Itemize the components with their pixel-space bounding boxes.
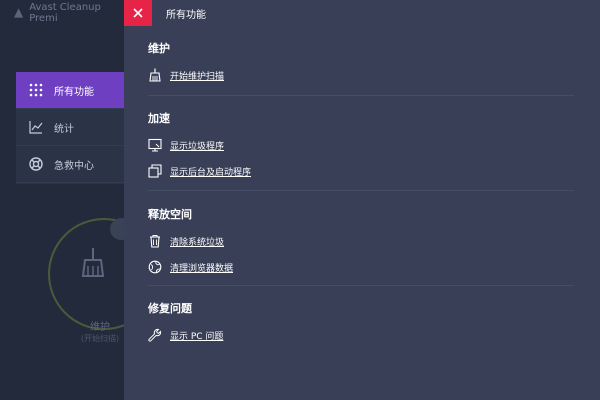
item-label: 清理浏览器数据: [170, 263, 234, 274]
sidebar: 所有功能 统计 急救中心: [16, 72, 124, 184]
clean-browser-data-link[interactable]: 清理浏览器数据: [148, 260, 574, 274]
sidebar-item-label: 所有功能: [54, 86, 94, 98]
panel-title: 所有功能: [166, 9, 206, 21]
all-features-panel: 所有功能 维护 开始维护扫描 加速 显示垃圾程序 显示后台及启动程序 释放空间 …: [124, 0, 600, 400]
broom-icon: [81, 248, 105, 277]
sidebar-item-statistics[interactable]: 统计: [16, 109, 124, 146]
sidebar-item-label: 统计: [54, 123, 74, 135]
wrench-icon: [148, 328, 162, 342]
sidebar-item-label: 急救中心: [54, 160, 94, 172]
show-junk-programs-link[interactable]: 显示垃圾程序: [148, 138, 574, 152]
section-title: 修复问题: [148, 302, 192, 315]
item-label: 显示 PC 问题: [170, 331, 224, 342]
chart-icon: [28, 119, 44, 135]
item-label: 显示垃圾程序: [170, 141, 225, 152]
sidebar-item-all-features[interactable]: 所有功能: [16, 72, 124, 109]
item-label: 显示后台及启动程序: [170, 167, 252, 178]
section-maintenance: 维护 开始维护扫描: [148, 40, 574, 94]
panel-header: 所有功能: [124, 0, 600, 26]
show-background-startup-programs-link[interactable]: 显示后台及启动程序: [148, 164, 574, 178]
divider: [148, 190, 574, 191]
lifebuoy-icon: [28, 156, 44, 172]
close-button[interactable]: [124, 0, 152, 26]
section-title: 释放空间: [148, 208, 192, 221]
start-maintenance-scan-link[interactable]: 开始维护扫描: [148, 68, 574, 82]
section-title: 加速: [148, 112, 170, 125]
windows-icon: [148, 164, 162, 178]
broom-icon: [148, 68, 162, 82]
section-title: 维护: [148, 42, 170, 55]
trash-icon: [148, 234, 162, 248]
clean-system-junk-link[interactable]: 清除系统垃圾: [148, 234, 574, 248]
divider: [148, 95, 574, 96]
section-speed-up: 加速 显示垃圾程序 显示后台及启动程序: [148, 110, 574, 190]
sidebar-item-rescue-center[interactable]: 急救中心: [16, 146, 124, 183]
app-titlebar: Avast Cleanup Premi: [0, 0, 124, 26]
item-label: 开始维护扫描: [170, 71, 225, 82]
grid-icon: [28, 82, 44, 98]
show-pc-problems-link[interactable]: 显示 PC 问题: [148, 328, 574, 342]
monitor-icon: [148, 138, 162, 152]
close-icon: [133, 8, 143, 18]
divider: [148, 285, 574, 286]
section-fix-problems: 修复问题 显示 PC 问题: [148, 300, 574, 354]
section-free-space: 释放空间 清除系统垃圾 清理浏览器数据: [148, 206, 574, 286]
globe-icon: [148, 260, 162, 274]
maintenance-label: 维护: [90, 322, 110, 333]
avast-logo-icon: [14, 8, 24, 18]
app-title: Avast Cleanup Premi: [29, 2, 101, 24]
item-label: 清除系统垃圾: [170, 237, 225, 248]
